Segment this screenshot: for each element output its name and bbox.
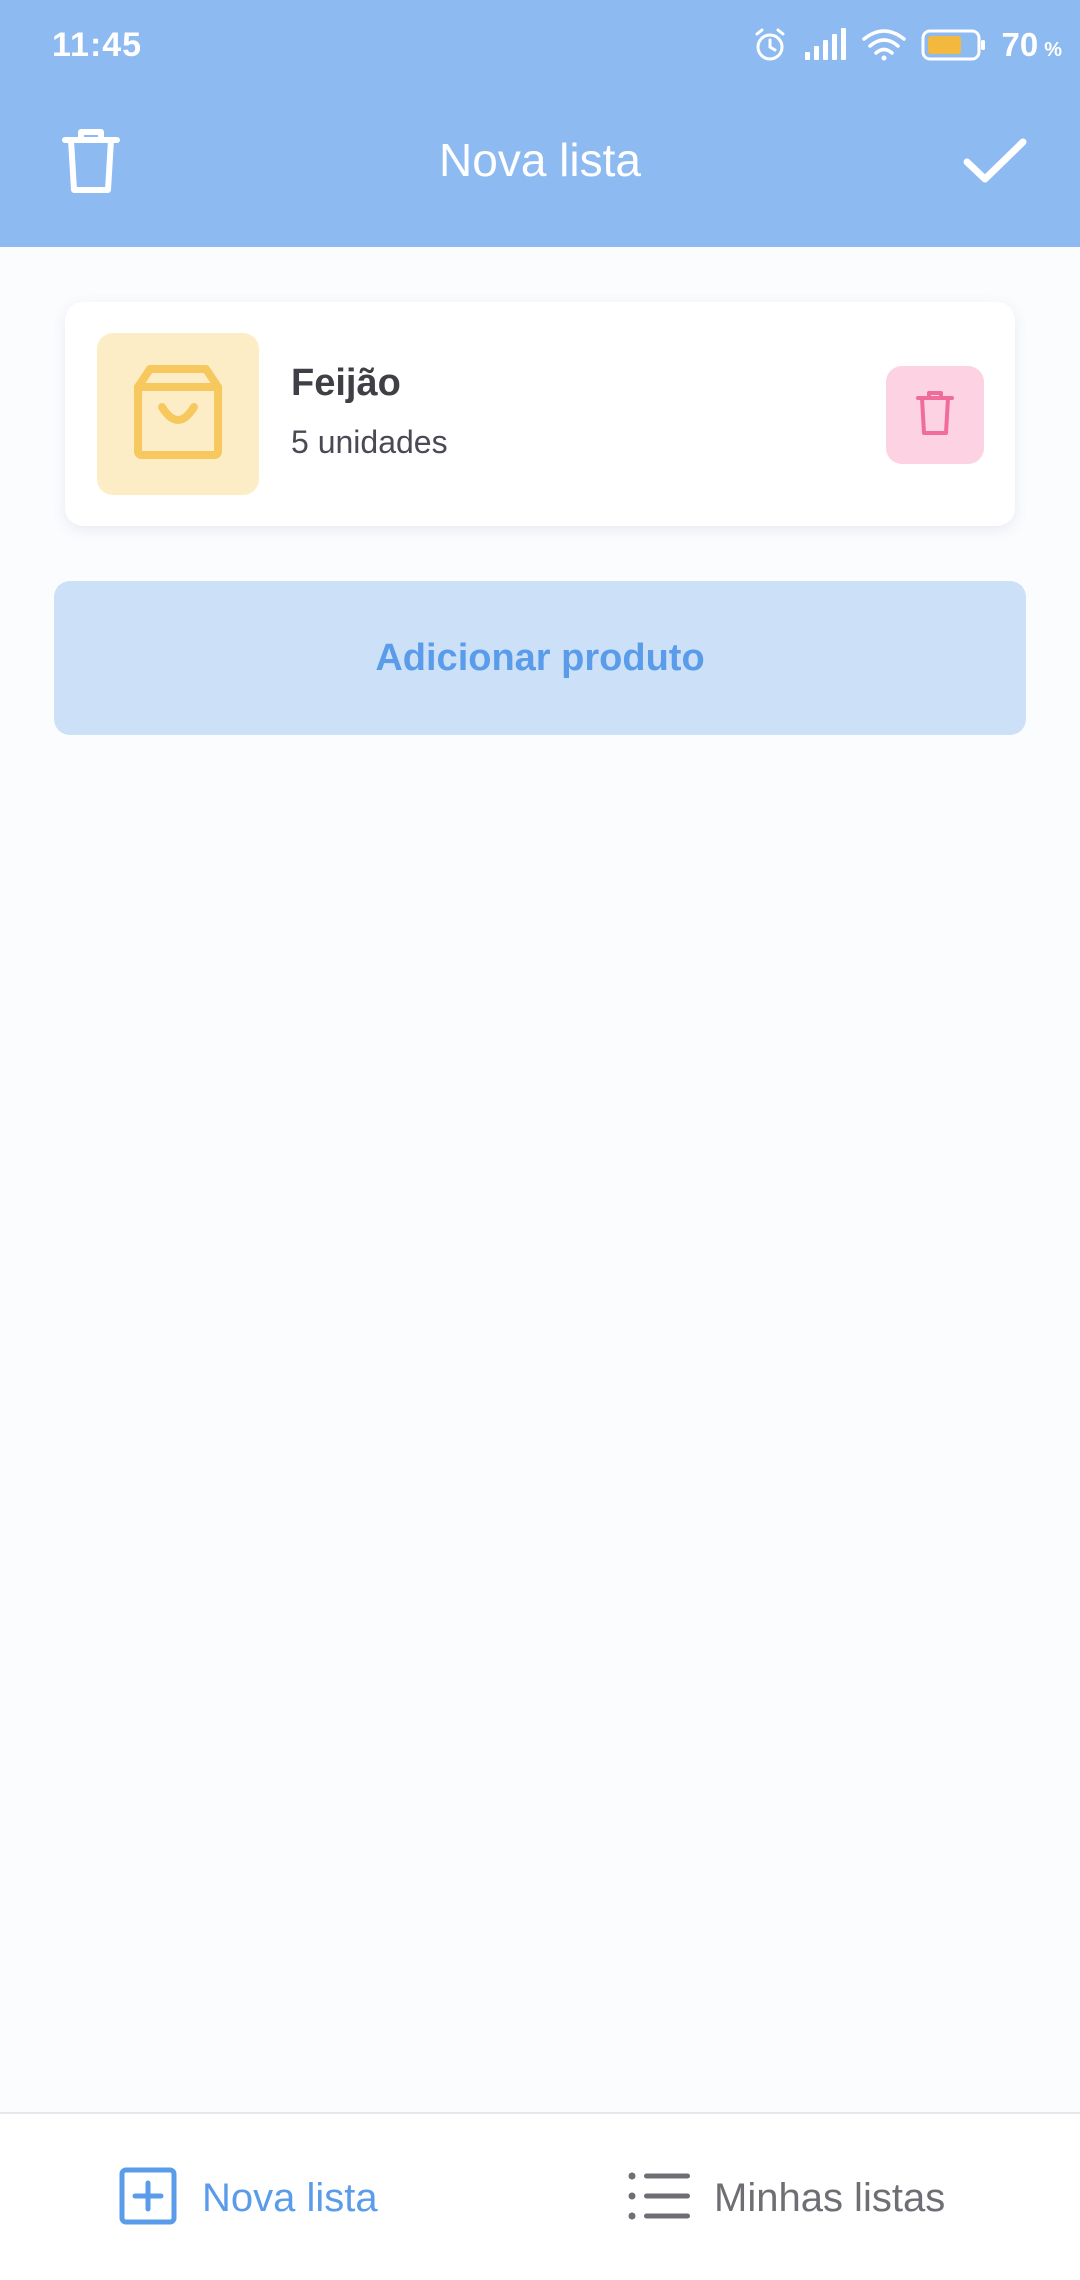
page-title: Nova lista — [439, 134, 641, 186]
screen: 11:45 70 % Nova lista Feijão 5 unidades … — [0, 0, 1080, 2280]
nav-label-new-list: Nova lista — [202, 2175, 378, 2220]
battery-level: 70 — [1001, 26, 1039, 63]
list-icon — [628, 2172, 690, 2225]
shopping-bag-icon — [132, 363, 224, 466]
product-card[interactable]: Feijão 5 unidades — [65, 302, 1015, 526]
status-time: 11:45 — [52, 26, 143, 64]
nav-label-my-lists: Minhas listas — [714, 2175, 946, 2220]
battery-unit: % — [1044, 38, 1062, 61]
wifi-icon — [861, 27, 907, 63]
product-thumbnail — [97, 333, 259, 495]
trash-icon — [915, 389, 955, 442]
product-quantity: 5 unidades — [291, 424, 448, 460]
battery-icon — [921, 28, 987, 62]
add-product-button[interactable]: Adicionar produto — [54, 581, 1026, 735]
app-header: 11:45 70 % Nova lista — [0, 0, 1080, 247]
signal-icon — [803, 28, 847, 62]
product-name: Feijão — [291, 362, 401, 404]
delete-product-button[interactable] — [886, 366, 984, 464]
plus-square-icon — [118, 2166, 178, 2231]
status-icons: 70 % — [751, 22, 1062, 68]
bottom-navigation: Nova lista Minhas listas — [0, 2112, 1080, 2280]
nav-item-new-list[interactable]: Nova lista — [118, 2114, 378, 2280]
alarm-icon — [751, 26, 789, 64]
save-list-button[interactable] — [950, 122, 1040, 204]
nav-item-my-lists[interactable]: Minhas listas — [628, 2114, 945, 2280]
check-icon — [962, 136, 1028, 191]
